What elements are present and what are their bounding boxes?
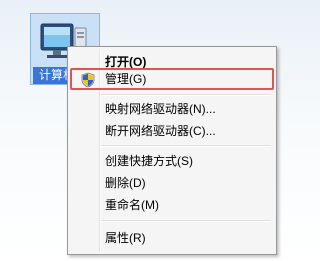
menu-item-delete-label: 删除(D) bbox=[105, 176, 146, 190]
menu-item-rename[interactable]: 重命名(M) bbox=[70, 194, 274, 216]
menu-item-create-shortcut[interactable]: 创建快捷方式(S) bbox=[70, 150, 274, 172]
menu-item-create-shortcut-label: 创建快捷方式(S) bbox=[105, 154, 193, 168]
menu-item-map-network-drive[interactable]: 映射网络驱动器(N)... bbox=[70, 98, 274, 120]
uac-shield-icon bbox=[81, 72, 95, 88]
menu-item-disconnect-network-drive[interactable]: 断开网络驱动器(C)... bbox=[70, 120, 274, 142]
menu-item-manage[interactable]: 管理(G) bbox=[70, 68, 274, 90]
menu-item-manage-label: 管理(G) bbox=[105, 72, 147, 86]
menu-separator bbox=[101, 145, 271, 147]
menu-item-rename-label: 重命名(M) bbox=[105, 198, 159, 212]
menu-item-disconnect-network-drive-label: 断开网络驱动器(C)... bbox=[105, 124, 216, 138]
menu-item-map-network-drive-label: 映射网络驱动器(N)... bbox=[105, 102, 216, 116]
menu-item-properties[interactable]: 属性(R) bbox=[70, 227, 274, 249]
menu-item-properties-label: 属性(R) bbox=[105, 231, 146, 245]
menu-separator bbox=[101, 94, 271, 96]
menu-separator bbox=[101, 220, 271, 222]
menu-item-delete[interactable]: 删除(D) bbox=[70, 172, 274, 194]
context-menu: 打开(O) 管理(G) 映射网络驱动器(N)... 断开网络驱动器(C)... … bbox=[67, 46, 277, 255]
